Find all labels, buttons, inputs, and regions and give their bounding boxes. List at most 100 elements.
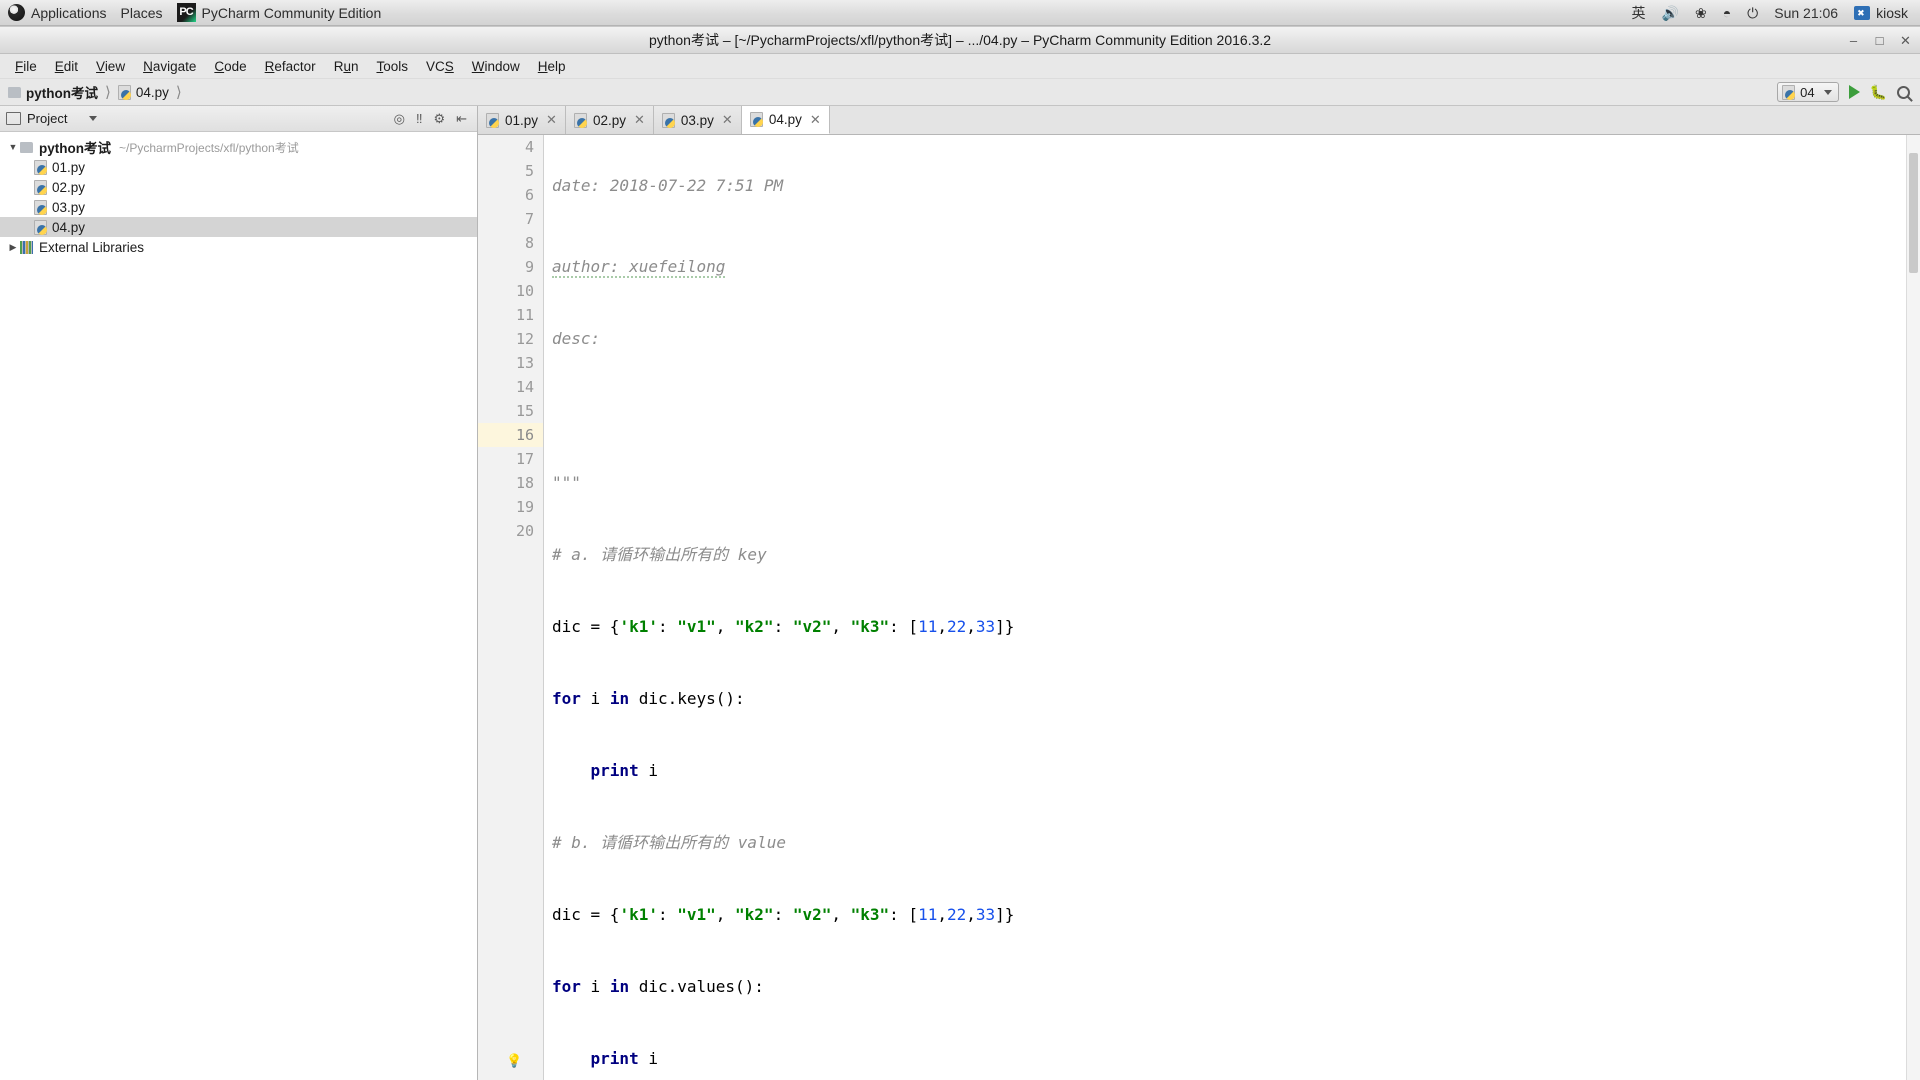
menu-window[interactable]: Window xyxy=(463,56,529,77)
project-view-chevron-down-icon[interactable] xyxy=(89,116,98,121)
pycharm-logo-icon: PC xyxy=(176,3,196,22)
folder-icon xyxy=(8,86,21,98)
tree-row-02py[interactable]: 02.py xyxy=(0,177,477,197)
expand-arrow-icon[interactable]: ▼ xyxy=(6,142,20,152)
tree-row-01py[interactable]: 01.py xyxy=(0,157,477,177)
maximize-button[interactable]: □ xyxy=(1871,32,1888,49)
editor-tab-04py[interactable]: 04.py ✕ xyxy=(741,106,830,134)
menu-navigate[interactable]: Navigate xyxy=(134,56,205,77)
breadcrumb-file[interactable]: 04.py xyxy=(117,84,169,100)
applications-menu-label: Applications xyxy=(31,4,107,21)
bluetooth-icon[interactable]: ❀ xyxy=(1695,6,1707,20)
user-menu[interactable]: kiosk xyxy=(1854,5,1908,21)
code-line-11: for i in dic.keys(): xyxy=(552,689,745,708)
menu-code[interactable]: Code xyxy=(205,56,255,77)
run-icon[interactable] xyxy=(1848,85,1860,99)
chevron-down-icon xyxy=(1823,89,1832,95)
code-line-13-text: # b. 请循环输出所有的 value xyxy=(552,833,786,852)
minimize-button[interactable]: – xyxy=(1845,32,1862,49)
code-editor[interactable]: 4 5 6 7 8 9 10 11 12 13 14 15 16 17 18 1… xyxy=(478,135,1920,1080)
locate-icon[interactable]: ◎ xyxy=(394,111,405,127)
wifi-icon[interactable]: ◓ xyxy=(1723,6,1731,20)
tree-row-03py[interactable]: 03.py xyxy=(0,197,477,217)
menu-view[interactable]: View xyxy=(87,56,134,77)
active-window-menu[interactable]: PC PyCharm Community Edition xyxy=(176,3,382,22)
battery-icon[interactable]: ⏻ xyxy=(1747,6,1758,20)
libraries-icon xyxy=(20,240,33,254)
project-tool-window: Project ◎ ‼ ⚙ ⇤ ▼ python考试 ~/PycharmProj… xyxy=(0,106,478,1080)
breadcrumb-project-label: python考试 xyxy=(26,86,98,101)
tree-label-external-libraries: External Libraries xyxy=(39,239,145,255)
tree-row-external-libraries[interactable]: ▶ External Libraries xyxy=(0,237,477,257)
editor-vertical-scrollbar[interactable] xyxy=(1906,135,1920,1080)
tree-project-path: ~/PycharmProjects/xfl/python考试 xyxy=(119,140,299,155)
collapse-arrow-icon[interactable]: ▶ xyxy=(6,242,20,253)
python-file-icon xyxy=(34,219,47,235)
menu-edit[interactable]: Edit xyxy=(46,56,87,77)
debug-icon[interactable]: 🐛 xyxy=(1870,84,1887,101)
volume-icon[interactable]: 🔊 xyxy=(1662,6,1679,20)
close-icon[interactable]: ✕ xyxy=(546,112,557,128)
line-number: 9 xyxy=(524,258,534,276)
line-number: 13 xyxy=(515,354,534,372)
menu-file[interactable]: FFileile xyxy=(6,56,46,77)
editor-tab-03py[interactable]: 03.py ✕ xyxy=(653,106,742,134)
code-line-4-text: date: 2018-07-22 7:51 PM xyxy=(552,176,784,195)
hide-icon[interactable]: ⇤ xyxy=(456,111,467,127)
close-icon[interactable]: ✕ xyxy=(810,112,821,128)
editor-tab-label: 02.py xyxy=(592,112,626,128)
tree-label-01py: 01.py xyxy=(52,159,86,175)
project-tree[interactable]: ▼ python考试 ~/PycharmProjects/xfl/python考… xyxy=(0,132,477,1080)
line-number: 10 xyxy=(515,282,534,300)
menu-help[interactable]: Help xyxy=(529,56,575,77)
collapse-all-icon[interactable]: ‼ xyxy=(416,111,423,126)
menu-vcs[interactable]: VCS xyxy=(417,56,463,77)
python-file-icon xyxy=(573,112,587,128)
close-icon[interactable]: ✕ xyxy=(722,112,733,128)
menu-refactor[interactable]: Refactor xyxy=(256,56,325,77)
clock[interactable]: Sun 21:06 xyxy=(1774,6,1838,20)
tree-row-04py[interactable]: 04.py xyxy=(0,217,477,237)
code-line-8-text: """ xyxy=(552,473,581,492)
python-file-icon xyxy=(749,112,763,127)
places-menu[interactable]: Places xyxy=(121,5,163,21)
close-icon[interactable]: ✕ xyxy=(634,112,645,128)
window-title: python考试 – [~/PycharmProjects/xfl/python… xyxy=(648,32,1272,48)
python-file-icon xyxy=(34,179,47,195)
menu-tools[interactable]: Tools xyxy=(367,56,417,77)
menu-run[interactable]: Run xyxy=(325,56,368,77)
applications-menu[interactable]: Applications xyxy=(8,4,107,21)
breadcrumb-separator-2: ⟩ xyxy=(175,84,182,101)
user-menu-label: kiosk xyxy=(1876,4,1908,21)
code-line-13: # b. 请循环输出所有的 value xyxy=(552,831,1906,855)
editor-tab-01py[interactable]: 01.py ✕ xyxy=(478,106,566,134)
search-icon[interactable] xyxy=(1897,85,1910,99)
fedora-logo-icon xyxy=(8,4,25,21)
scrollbar-thumb[interactable] xyxy=(1909,153,1918,273)
line-number: 8 xyxy=(524,234,534,252)
tree-label-03py: 03.py xyxy=(52,199,86,215)
intention-bulb-icon[interactable]: 💡 xyxy=(506,1050,522,1074)
code-line-8: """ xyxy=(552,471,1906,495)
code-line-6: desc: xyxy=(552,327,1906,351)
editor-tab-02py[interactable]: 02.py ✕ xyxy=(565,106,654,134)
window-controls: – □ ✕ xyxy=(1845,27,1914,54)
python-file-icon xyxy=(34,199,47,215)
code-text[interactable]: date: 2018-07-22 7:51 PM author: xuefeil… xyxy=(506,135,1906,1080)
tree-label-02py: 02.py xyxy=(52,179,86,195)
tree-row-project-root[interactable]: ▼ python考试 ~/PycharmProjects/xfl/python考… xyxy=(0,137,477,157)
gear-icon[interactable]: ⚙ xyxy=(433,111,445,127)
desktop-root: Applications Places PC PyCharm Community… xyxy=(0,0,1920,1080)
input-method-icon[interactable]: 英 xyxy=(1632,6,1646,20)
line-number: 14 xyxy=(515,378,534,396)
close-button[interactable]: ✕ xyxy=(1897,32,1914,49)
python-file-icon xyxy=(117,84,131,100)
breadcrumb-separator-1: ⟩ xyxy=(105,84,111,101)
line-number-gutter[interactable]: 4 5 6 7 8 9 10 11 12 13 14 15 16 17 18 1… xyxy=(478,135,544,1080)
active-window-label: PyCharm Community Edition xyxy=(201,4,382,21)
code-line-16: 💡 print i xyxy=(506,1047,1906,1071)
code-line-9: # a. 请循环输出所有的 key xyxy=(552,543,1906,567)
run-configuration-selector[interactable]: 04 xyxy=(1777,82,1839,102)
breadcrumb-project[interactable]: python考试 xyxy=(8,82,98,102)
menubar: FFileile Edit View Navigate Code Refacto… xyxy=(0,54,1920,79)
